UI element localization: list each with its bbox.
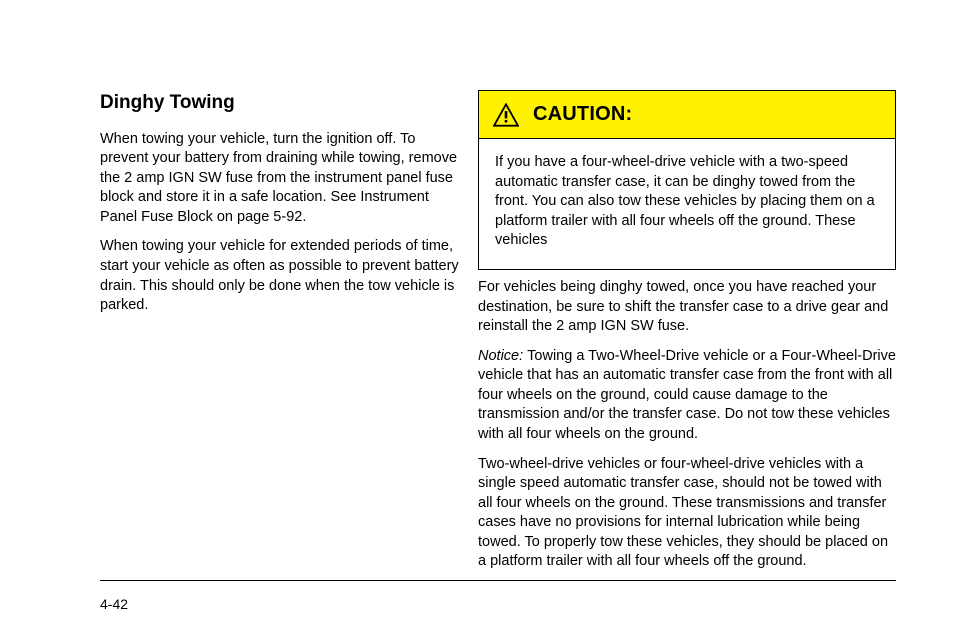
caution-body: If you have a four-wheel-drive vehicle w… [479, 139, 895, 269]
warning-triangle-icon [493, 103, 519, 127]
left-paragraph-1: When towing your vehicle, turn the ignit… [100, 130, 460, 228]
right-paragraph-text: Two-wheel-drive vehicles or four-wheel-d… [478, 456, 888, 570]
right-paragraph-3: Two-wheel-drive vehicles or four-wheel-d… [478, 455, 896, 572]
page-number: 4-42 [100, 596, 128, 612]
right-paragraph-text: Notice: [478, 348, 527, 364]
right-paragraph-text: For vehicles being dinghy towed, once yo… [478, 279, 888, 334]
left-paragraph-2: When towing your vehicle for extended pe… [100, 237, 460, 315]
right-paragraph-1: For vehicles being dinghy towed, once yo… [478, 278, 896, 337]
page-footer-rule [100, 580, 896, 581]
dinghy-towing-heading: Dinghy Towing [100, 90, 460, 116]
caution-title: CAUTION: [533, 103, 632, 126]
caution-header: CAUTION: [479, 91, 895, 139]
left-column: Dinghy Towing When towing your vehicle, … [100, 90, 460, 326]
right-column-below: For vehicles being dinghy towed, once yo… [478, 278, 896, 582]
caution-body-text: If you have a four-wheel-drive vehicle w… [495, 154, 875, 248]
right-paragraph-2: Notice: Towing a Two-Wheel-Drive vehicle… [478, 347, 896, 445]
caution-box: CAUTION: If you have a four-wheel-drive … [478, 90, 896, 270]
right-paragraph-text: Towing a Two-Wheel-Drive vehicle or a Fo… [478, 348, 896, 442]
